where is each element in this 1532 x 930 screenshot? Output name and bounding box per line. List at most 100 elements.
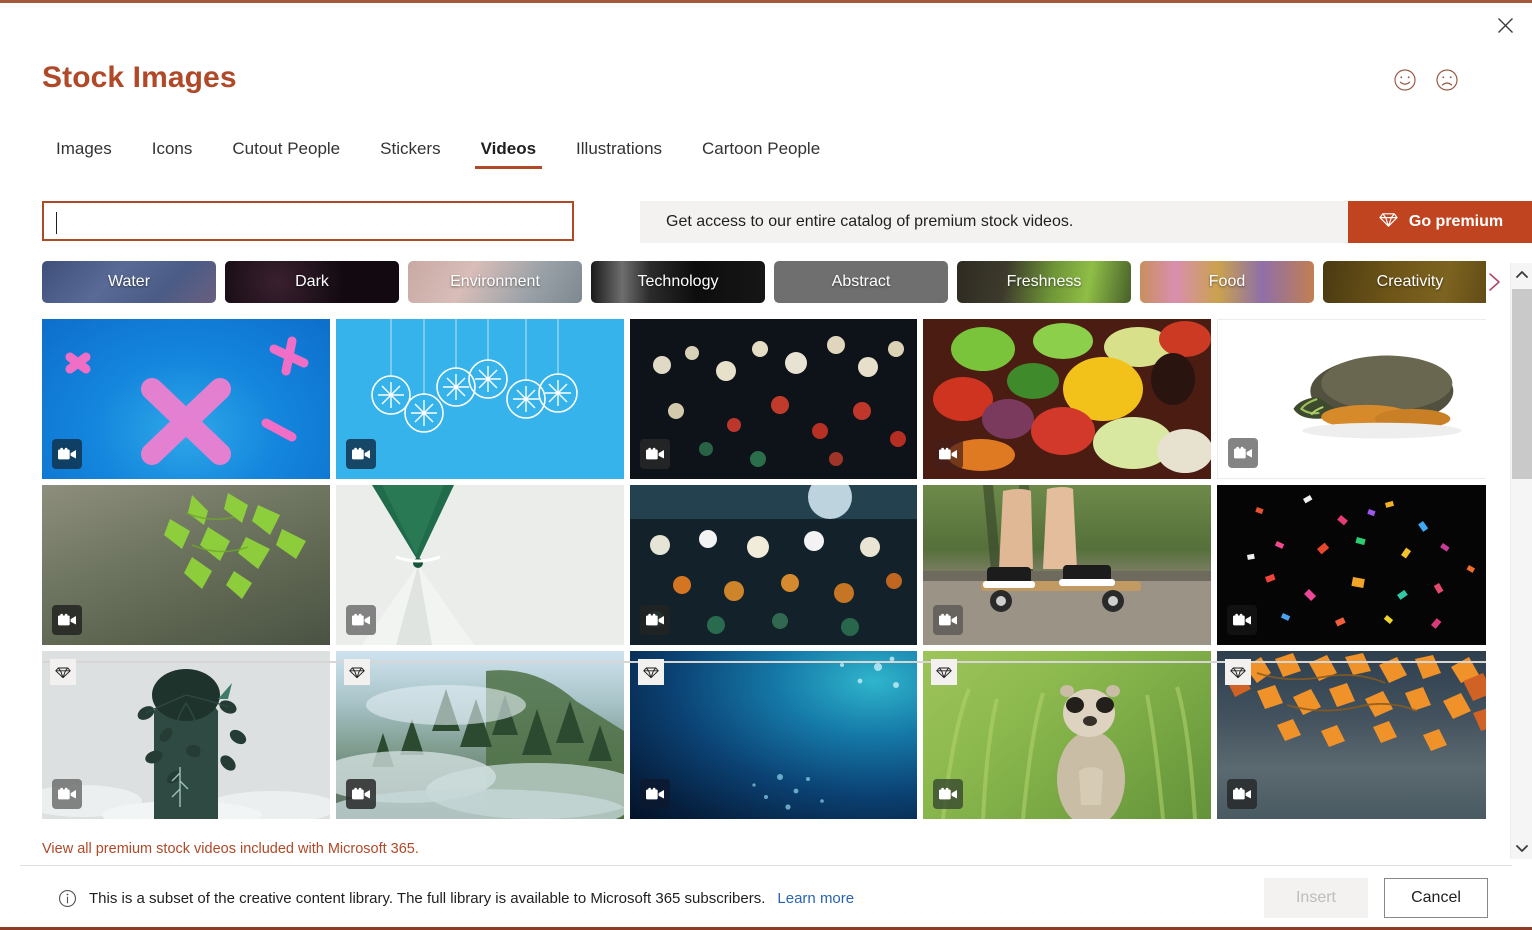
video-badge-icon xyxy=(346,605,376,635)
video-thumbnail[interactable] xyxy=(42,319,330,479)
premium-banner-text: Get access to our entire catalog of prem… xyxy=(666,213,1074,230)
video-badge-icon xyxy=(346,439,376,469)
video-badge-icon xyxy=(933,439,963,469)
thumbnail-art xyxy=(336,485,624,645)
video-badge-icon xyxy=(346,779,376,809)
video-thumbnail[interactable] xyxy=(336,319,624,479)
chip-environment[interactable]: Environment xyxy=(408,261,582,303)
video-thumbnail[interactable] xyxy=(630,485,917,645)
feedback-icons xyxy=(1392,67,1460,93)
frown-icon[interactable] xyxy=(1434,67,1460,93)
diamond-icon xyxy=(1379,210,1398,234)
premium-banner: Get access to our entire catalog of prem… xyxy=(640,201,1532,243)
video-badge-icon xyxy=(640,779,670,809)
thumbnail-art xyxy=(1217,651,1486,819)
chip-label: Dark xyxy=(295,273,329,290)
video-badge-icon xyxy=(1227,779,1257,809)
grid-row-premium xyxy=(42,651,1486,819)
tab-cartoon-people[interactable]: Cartoon People xyxy=(682,135,840,173)
premium-badge-icon xyxy=(638,659,664,685)
grid-row xyxy=(42,319,1486,479)
chevron-right-icon[interactable] xyxy=(1481,267,1507,297)
video-thumbnail[interactable] xyxy=(42,485,330,645)
premium-badge-icon xyxy=(1225,659,1251,685)
results-grid xyxy=(42,319,1486,843)
smile-icon[interactable] xyxy=(1392,67,1418,93)
premium-badge-icon xyxy=(344,659,370,685)
grid-row xyxy=(42,485,1486,645)
thumbnail-art xyxy=(923,485,1211,645)
info-icon xyxy=(58,889,77,908)
video-badge-icon xyxy=(640,439,670,469)
video-badge-icon xyxy=(640,605,670,635)
tab-stickers[interactable]: Stickers xyxy=(360,135,460,173)
chip-freshness[interactable]: Freshness xyxy=(957,261,1131,303)
view-all-premium-link[interactable]: View all premium stock videos included w… xyxy=(42,841,419,857)
tab-videos[interactable]: Videos xyxy=(461,135,556,173)
chip-technology[interactable]: Technology xyxy=(591,261,765,303)
chip-label: Food xyxy=(1208,273,1246,290)
category-chips: Water Dark Environment Technology Abstra… xyxy=(42,261,1486,303)
tab-images[interactable]: Images xyxy=(42,135,132,173)
video-thumbnail[interactable] xyxy=(1217,485,1486,645)
premium-section-divider xyxy=(42,661,1486,663)
chip-food[interactable]: Food xyxy=(1140,261,1314,303)
chip-dark[interactable]: Dark xyxy=(225,261,399,303)
video-thumbnail[interactable] xyxy=(630,319,917,479)
video-thumbnail[interactable] xyxy=(923,319,1211,479)
learn-more-link[interactable]: Learn more xyxy=(777,890,854,907)
thumbnail-art xyxy=(630,319,917,479)
premium-badge-icon xyxy=(50,659,76,685)
stock-images-dialog: Stock Images Images Icons Cutout People … xyxy=(0,0,1532,930)
thumbnail-art xyxy=(336,651,624,819)
thumbnail-art xyxy=(923,651,1211,819)
chip-abstract[interactable]: Abstract xyxy=(774,261,948,303)
chip-label: Abstract xyxy=(831,273,891,290)
chip-label: Creativity xyxy=(1376,273,1444,290)
footer-notice-text: This is a subset of the creative content… xyxy=(89,889,766,907)
cancel-button[interactable]: Cancel xyxy=(1384,878,1488,918)
thumbnail-art xyxy=(42,319,330,479)
chip-creativity[interactable]: Creativity xyxy=(1323,261,1486,303)
video-thumbnail[interactable] xyxy=(923,485,1211,645)
chevron-down-icon[interactable] xyxy=(1511,837,1532,859)
search-box[interactable] xyxy=(42,201,574,241)
chip-label: Freshness xyxy=(1006,273,1082,290)
thumbnail-art xyxy=(1217,485,1486,645)
chevron-up-icon[interactable] xyxy=(1511,263,1532,285)
go-premium-button[interactable]: Go premium xyxy=(1348,201,1532,243)
thumbnail-art xyxy=(630,651,917,819)
thumbnail-art xyxy=(923,319,1211,479)
thumbnail-art xyxy=(42,485,330,645)
category-tabs: Images Icons Cutout People Stickers Vide… xyxy=(42,135,840,173)
page-title: Stock Images xyxy=(42,61,237,94)
video-badge-icon xyxy=(1228,438,1258,468)
video-thumbnail[interactable] xyxy=(336,485,624,645)
video-badge-icon xyxy=(52,779,82,809)
video-thumbnail[interactable] xyxy=(923,651,1211,819)
vertical-scrollbar[interactable] xyxy=(1510,263,1532,859)
premium-badge-icon xyxy=(931,659,957,685)
video-thumbnail[interactable] xyxy=(630,651,917,819)
chip-label: Environment xyxy=(450,273,540,290)
chip-water[interactable]: Water xyxy=(42,261,216,303)
video-badge-icon xyxy=(1227,605,1257,635)
footer-buttons: Insert Cancel xyxy=(1264,878,1488,918)
video-thumbnail[interactable] xyxy=(1217,651,1486,819)
search-row: Get access to our entire catalog of prem… xyxy=(42,201,1532,243)
close-icon[interactable] xyxy=(1488,10,1522,40)
video-thumbnail[interactable] xyxy=(42,651,330,819)
search-input[interactable] xyxy=(54,203,562,239)
video-thumbnail[interactable] xyxy=(336,651,624,819)
video-thumbnail[interactable] xyxy=(1217,319,1486,479)
video-badge-icon xyxy=(933,605,963,635)
tab-cutout-people[interactable]: Cutout People xyxy=(212,135,360,173)
go-premium-label: Go premium xyxy=(1408,213,1504,230)
thumbnail-art xyxy=(630,485,917,645)
dialog-footer: This is a subset of the creative content… xyxy=(0,866,1532,927)
scrollbar-thumb[interactable] xyxy=(1512,289,1532,479)
tab-illustrations[interactable]: Illustrations xyxy=(556,135,682,173)
thumbnail-art xyxy=(42,651,330,819)
insert-button[interactable]: Insert xyxy=(1264,878,1368,918)
tab-icons[interactable]: Icons xyxy=(132,135,213,173)
